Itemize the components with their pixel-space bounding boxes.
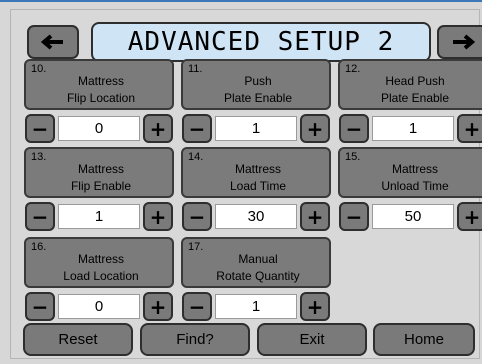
param-name: Mattress Unload Time: [346, 161, 484, 195]
param-name-line1: Mattress: [77, 252, 124, 266]
increment-button[interactable]: +: [300, 114, 330, 143]
value-stepper: − 1 +: [181, 114, 331, 144]
param-label-box: 10. Mattress Flip Location: [24, 59, 174, 110]
decrement-button[interactable]: −: [25, 202, 55, 231]
param-name: Mattress Flip Enable: [32, 161, 170, 195]
param-name-line2: Load Location: [63, 269, 139, 283]
param-label-box: 14. Mattress Load Time: [181, 147, 331, 198]
param-name-line1: Mattress: [77, 74, 124, 88]
increment-button[interactable]: +: [300, 292, 330, 321]
right-margin: [482, 0, 495, 364]
param-name-line2: Flip Enable: [70, 179, 132, 193]
param-name: Manual Rotate Quantity: [189, 251, 327, 285]
value-stepper: − 50 +: [338, 202, 488, 232]
param-name-line1: Mattress: [234, 162, 281, 176]
param-name-line1: Head Push: [385, 74, 445, 88]
value-stepper: − 30 +: [181, 202, 331, 232]
param-label-box: 17. Manual Rotate Quantity: [181, 237, 331, 288]
increment-button[interactable]: +: [143, 292, 173, 321]
param-mattress-load-time: 14. Mattress Load Time − 30 +: [181, 147, 331, 236]
param-manual-rotate-quantity: 17. Manual Rotate Quantity − 1 +: [181, 237, 331, 326]
decrement-button[interactable]: −: [25, 114, 55, 143]
top-border: [0, 0, 495, 2]
reset-button[interactable]: Reset: [23, 323, 133, 356]
hmi-screen: ADVANCED SETUP 2 10. Mattress Flip Locat…: [10, 9, 489, 359]
param-name-line1: Mattress: [391, 162, 438, 176]
param-mattress-flip-enable: 13. Mattress Flip Enable − 1 +: [24, 147, 174, 236]
param-head-push-plate-enable: 12. Head Push Plate Enable − 1 +: [338, 59, 488, 148]
param-label-box: 16. Mattress Load Location: [24, 237, 174, 288]
decrement-button[interactable]: −: [182, 202, 212, 231]
increment-button[interactable]: +: [143, 202, 173, 231]
param-name-line1: Push: [244, 74, 272, 88]
param-name: Mattress Flip Location: [32, 73, 170, 107]
param-name: Mattress Load Time: [189, 161, 327, 195]
value-field[interactable]: 1: [372, 116, 454, 141]
value-field[interactable]: 1: [215, 116, 297, 141]
decrement-button[interactable]: −: [25, 292, 55, 321]
param-label-box: 15. Mattress Unload Time: [338, 147, 488, 198]
value-stepper: − 1 +: [24, 202, 174, 232]
param-name: Push Plate Enable: [189, 73, 327, 107]
increment-button[interactable]: +: [300, 202, 330, 231]
decrement-button[interactable]: −: [339, 114, 369, 143]
param-name-line2: Unload Time: [381, 179, 449, 193]
value-stepper: − 0 +: [24, 292, 174, 322]
param-name-line2: Plate Enable: [223, 91, 293, 105]
increment-button[interactable]: +: [143, 114, 173, 143]
param-label-box: 11. Push Plate Enable: [181, 59, 331, 110]
prev-page-button[interactable]: [27, 25, 79, 59]
param-name: Mattress Load Location: [32, 251, 170, 285]
decrement-button[interactable]: −: [182, 292, 212, 321]
param-push-plate-enable: 11. Push Plate Enable − 1 +: [181, 59, 331, 148]
value-stepper: − 1 +: [181, 292, 331, 322]
home-button[interactable]: Home: [373, 323, 475, 356]
param-label-box: 13. Mattress Flip Enable: [24, 147, 174, 198]
param-name-line1: Mattress: [77, 162, 124, 176]
value-field[interactable]: 1: [215, 294, 297, 319]
decrement-button[interactable]: −: [182, 114, 212, 143]
param-name-line2: Flip Location: [66, 91, 136, 105]
param-label-box: 12. Head Push Plate Enable: [338, 59, 488, 110]
param-mattress-unload-time: 15. Mattress Unload Time − 50 +: [338, 147, 488, 236]
value-field[interactable]: 0: [58, 294, 140, 319]
exit-button[interactable]: Exit: [257, 323, 367, 356]
value-field[interactable]: 0: [58, 116, 140, 141]
param-name: Head Push Plate Enable: [346, 73, 484, 107]
value-stepper: − 0 +: [24, 114, 174, 144]
param-mattress-flip-location: 10. Mattress Flip Location − 0 +: [24, 59, 174, 148]
param-name-line2: Plate Enable: [380, 91, 450, 105]
right-arrow-icon: [453, 34, 475, 50]
page-title: ADVANCED SETUP 2: [91, 22, 431, 62]
decrement-button[interactable]: −: [339, 202, 369, 231]
param-mattress-load-location: 16. Mattress Load Location − 0 +: [24, 237, 174, 326]
value-field[interactable]: 50: [372, 204, 454, 229]
value-field[interactable]: 1: [58, 204, 140, 229]
param-name-line1: Manual: [238, 252, 278, 266]
hmi-frame: ADVANCED SETUP 2 10. Mattress Flip Locat…: [0, 0, 495, 364]
value-field[interactable]: 30: [215, 204, 297, 229]
left-arrow-icon: [41, 34, 63, 50]
param-name-line2: Load Time: [229, 179, 287, 193]
param-name-line2: Rotate Quantity: [216, 269, 300, 283]
find-button[interactable]: Find?: [140, 323, 250, 356]
value-stepper: − 1 +: [338, 114, 488, 144]
